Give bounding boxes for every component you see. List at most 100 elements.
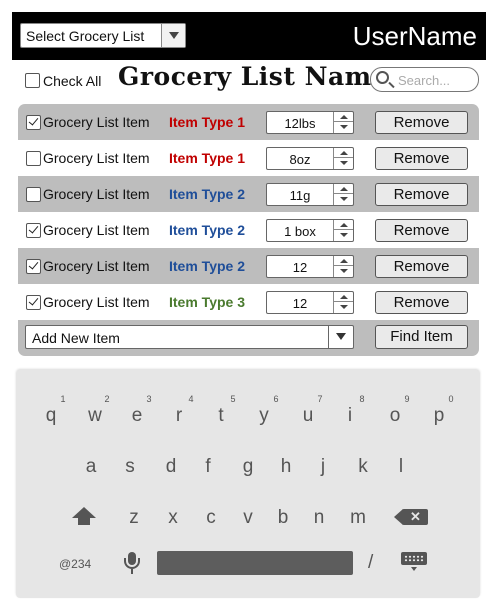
item-checkbox[interactable]: [26, 259, 41, 274]
key-hint: 7: [317, 394, 323, 404]
key-f[interactable]: f: [197, 456, 219, 478]
item-checkbox[interactable]: [26, 187, 41, 202]
key-c[interactable]: c: [200, 507, 222, 529]
key-u[interactable]: u: [297, 405, 319, 427]
key-v[interactable]: v: [237, 507, 259, 529]
key-q[interactable]: q: [40, 405, 62, 427]
key-p[interactable]: p: [428, 405, 450, 427]
grocery-list-select[interactable]: Select Grocery List: [20, 23, 186, 48]
item-type: Item Type 2: [169, 222, 245, 238]
key-g[interactable]: g: [237, 456, 259, 478]
key-m[interactable]: m: [347, 507, 369, 529]
item-type: Item Type 1: [169, 114, 245, 130]
key-hint: 0: [448, 394, 454, 404]
item-type: Item Type 1: [169, 150, 245, 166]
chevron-down-icon[interactable]: [161, 24, 185, 47]
item-type: Item Type 2: [169, 186, 245, 202]
key-a[interactable]: a: [80, 456, 102, 478]
list-item: Grocery List Item Item Type 2 11g Remove: [18, 176, 479, 212]
key-n[interactable]: n: [308, 507, 330, 529]
quantity-value[interactable]: 12: [267, 296, 333, 311]
key-o[interactable]: o: [384, 405, 406, 427]
list-item: Grocery List Item Item Type 1 12lbs Remove: [18, 104, 479, 140]
item-checkbox[interactable]: [26, 295, 41, 310]
quantity-value[interactable]: 11g: [267, 188, 333, 203]
keyboard-hide-icon[interactable]: [401, 552, 427, 571]
page-title: Grocery List Name: [118, 62, 389, 91]
quantity-value[interactable]: 1 box: [267, 224, 333, 239]
quantity-stepper[interactable]: 1 box: [266, 219, 354, 242]
grocery-list-select-value: Select Grocery List: [26, 28, 145, 44]
item-name: Grocery List Item: [43, 258, 150, 274]
key-l[interactable]: l: [390, 456, 412, 478]
key-r[interactable]: r: [168, 405, 190, 427]
stepper-arrows[interactable]: [333, 292, 353, 313]
key-y[interactable]: y: [253, 405, 275, 427]
key-hint: 3: [146, 394, 152, 404]
increment-icon[interactable]: [334, 148, 353, 158]
stepper-arrows[interactable]: [333, 148, 353, 169]
decrement-icon[interactable]: [334, 122, 353, 133]
key-t[interactable]: t: [210, 405, 232, 427]
quantity-value[interactable]: 12: [267, 260, 333, 275]
slash-key[interactable]: /: [368, 552, 373, 574]
increment-icon[interactable]: [334, 112, 353, 122]
quantity-stepper[interactable]: 8oz: [266, 147, 354, 170]
key-b[interactable]: b: [272, 507, 294, 529]
remove-button[interactable]: Remove: [375, 291, 468, 314]
quantity-stepper[interactable]: 11g: [266, 183, 354, 206]
decrement-icon[interactable]: [334, 158, 353, 169]
quantity-stepper[interactable]: 12: [266, 291, 354, 314]
key-w[interactable]: w: [84, 405, 106, 427]
item-checkbox[interactable]: [26, 115, 41, 130]
key-z[interactable]: z: [123, 507, 145, 529]
quantity-stepper[interactable]: 12lbs: [266, 111, 354, 134]
add-new-item-select[interactable]: Add New Item: [25, 325, 354, 349]
check-all-checkbox[interactable]: [25, 73, 40, 88]
symbols-key[interactable]: @234: [59, 557, 91, 571]
username-label[interactable]: UserName: [353, 21, 477, 52]
increment-icon[interactable]: [334, 220, 353, 230]
decrement-icon[interactable]: [334, 302, 353, 313]
find-item-button[interactable]: Find Item: [375, 325, 468, 349]
on-screen-keyboard: ✕ @234 / q1 w2 e3 r4 t5 y6 u7 i8 o9 p0 asdfghjkl zx…: [16, 370, 480, 598]
quantity-value[interactable]: 8oz: [267, 152, 333, 167]
space-bar[interactable]: [157, 551, 353, 575]
key-e[interactable]: e: [126, 405, 148, 427]
item-name: Grocery List Item: [43, 294, 150, 310]
stepper-arrows[interactable]: [333, 112, 353, 133]
quantity-value[interactable]: 12lbs: [267, 116, 333, 131]
key-hint: 5: [230, 394, 236, 404]
decrement-icon[interactable]: [334, 194, 353, 205]
remove-button[interactable]: Remove: [375, 183, 468, 206]
key-i[interactable]: i: [339, 405, 361, 427]
decrement-icon[interactable]: [334, 230, 353, 241]
remove-button[interactable]: Remove: [375, 111, 468, 134]
increment-icon[interactable]: [334, 256, 353, 266]
header-bar: Select Grocery List UserName: [12, 12, 486, 60]
key-x[interactable]: x: [162, 507, 184, 529]
remove-button[interactable]: Remove: [375, 219, 468, 242]
increment-icon[interactable]: [334, 292, 353, 302]
backspace-icon[interactable]: ✕: [394, 509, 428, 525]
remove-button[interactable]: Remove: [375, 147, 468, 170]
stepper-arrows[interactable]: [333, 184, 353, 205]
quantity-stepper[interactable]: 12: [266, 255, 354, 278]
stepper-arrows[interactable]: [333, 256, 353, 277]
chevron-down-icon[interactable]: [328, 326, 353, 348]
key-k[interactable]: k: [352, 456, 374, 478]
key-h[interactable]: h: [275, 456, 297, 478]
key-d[interactable]: d: [160, 456, 182, 478]
microphone-icon[interactable]: [122, 552, 142, 576]
increment-icon[interactable]: [334, 184, 353, 194]
item-checkbox[interactable]: [26, 151, 41, 166]
stepper-arrows[interactable]: [333, 220, 353, 241]
remove-button[interactable]: Remove: [375, 255, 468, 278]
search-input[interactable]: Search...: [370, 67, 479, 92]
key-j[interactable]: j: [312, 456, 334, 478]
item-checkbox[interactable]: [26, 223, 41, 238]
key-s[interactable]: s: [119, 456, 141, 478]
decrement-icon[interactable]: [334, 266, 353, 277]
search-icon: [376, 71, 389, 84]
shift-icon[interactable]: [72, 507, 96, 527]
